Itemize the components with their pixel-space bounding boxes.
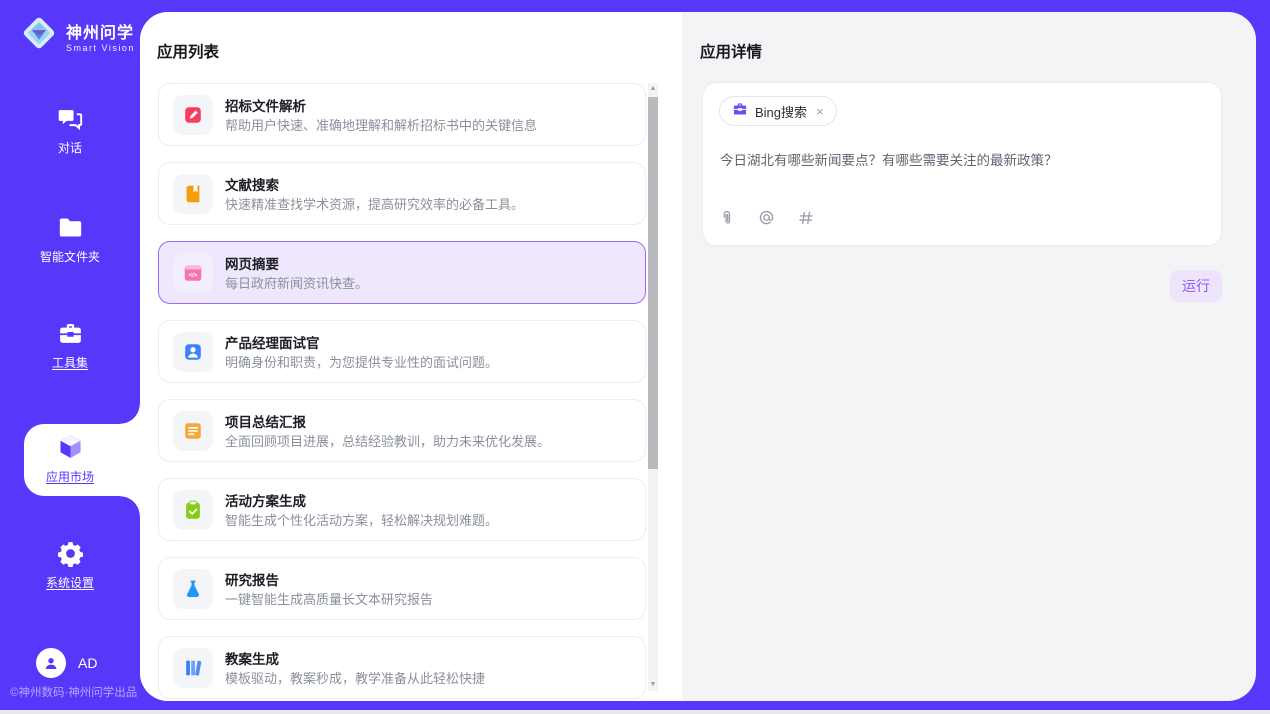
clipboard-check-icon	[173, 490, 213, 530]
folder-icon	[0, 214, 140, 241]
app-list-item[interactable]: </> 网页摘要 每日政府新闻资讯快查。	[158, 241, 646, 304]
hash-icon[interactable]	[797, 209, 815, 232]
query-input[interactable]: 今日湖北有哪些新闻要点？有哪些需要关注的最新政策？	[720, 149, 1200, 169]
interviewer-icon	[173, 332, 213, 372]
app-window: 神州问学 Smart Vision 对话 智能文件夹	[0, 0, 1270, 714]
copyright-text: ©神州数码·神州问学出品	[10, 684, 140, 700]
scrollbar-down-arrow[interactable]: ▼	[648, 679, 658, 691]
browser-code-icon: </>	[173, 253, 213, 293]
active-tab-fillet-top	[120, 404, 140, 424]
main-content: 应用列表 招标文件解析 帮助用户快速、准确地理解和解析招标书中的关键信息 文献搜…	[140, 12, 1256, 701]
user-name: AD	[78, 655, 97, 671]
books-icon	[173, 648, 213, 688]
app-item-title: 研究报告	[225, 569, 279, 589]
gear-icon	[0, 540, 140, 567]
app-item-desc: 快速精准查找学术资源，提高研究效率的必备工具。	[225, 194, 524, 213]
cube-icon	[0, 432, 140, 461]
scrollbar-up-arrow[interactable]: ▲	[648, 83, 658, 95]
app-item-desc: 帮助用户快速、准确地理解和解析招标书中的关键信息	[225, 115, 537, 134]
prompt-card: Bing搜索 × 今日湖北有哪些新闻要点？有哪些需要关注的最新政策？	[702, 82, 1222, 246]
run-button[interactable]: 运行	[1170, 270, 1222, 302]
sidebar-item-label: 智能文件夹	[0, 248, 140, 265]
sidebar-item-label: 对话	[0, 139, 140, 156]
sidebar-item-chat[interactable]: 对话	[0, 105, 140, 156]
app-item-desc: 全面回顾项目进展，总结经验教训，助力未来优化发展。	[225, 431, 550, 450]
user-avatar-icon	[36, 648, 66, 678]
app-list-item[interactable]: 招标文件解析 帮助用户快速、准确地理解和解析招标书中的关键信息	[158, 83, 646, 146]
app-list-panel: 应用列表 招标文件解析 帮助用户快速、准确地理解和解析招标书中的关键信息 文献搜…	[140, 12, 682, 701]
app-list-item[interactable]: 文献搜索 快速精准查找学术资源，提高研究效率的必备工具。	[158, 162, 646, 225]
brand-name: 神州问学	[66, 19, 135, 43]
brand-subtitle: Smart Vision	[66, 43, 135, 53]
app-item-title: 教案生成	[225, 648, 279, 668]
app-list-item[interactable]: 活动方案生成 智能生成个性化活动方案，轻松解决规划难题。	[158, 478, 646, 541]
app-item-title: 产品经理面试官	[225, 332, 320, 352]
app-list-scrollbar[interactable]: ▲ ▼	[648, 83, 658, 691]
app-detail-panel: 应用详情 Bing搜索 × 今日湖北有哪些新闻要点？有哪些需要关注的最新政策？	[682, 12, 1256, 701]
app-item-desc: 每日政府新闻资讯快查。	[225, 273, 368, 292]
attachment-toolbar	[718, 208, 815, 232]
app-list-title: 应用列表	[157, 40, 219, 62]
flask-icon	[173, 569, 213, 609]
sidebar-item-app-market[interactable]: 应用市场	[0, 432, 140, 485]
app-detail-title: 应用详情	[700, 40, 762, 62]
window-bottom-edge	[0, 710, 1270, 714]
app-item-title: 文献搜索	[225, 174, 279, 194]
chat-icon	[0, 105, 140, 132]
app-list-item[interactable]: 项目总结汇报 全面回顾项目进展，总结经验教训，助力未来优化发展。	[158, 399, 646, 462]
note-icon	[173, 411, 213, 451]
diamond-logo-icon	[20, 14, 58, 57]
scrollbar-thumb[interactable]	[648, 97, 658, 469]
app-item-title: 项目总结汇报	[225, 411, 306, 431]
app-list-item[interactable]: 产品经理面试官 明确身份和职责，为您提供专业性的面试问题。	[158, 320, 646, 383]
app-item-title: 活动方案生成	[225, 490, 306, 510]
at-icon[interactable]	[757, 208, 776, 232]
toolbox-icon	[0, 320, 140, 347]
svg-text:</>: </>	[189, 273, 198, 279]
app-item-title: 招标文件解析	[225, 95, 306, 115]
sidebar-item-settings[interactable]: 系统设置	[0, 540, 140, 591]
app-list-item[interactable]: 研究报告 一键智能生成高质量长文本研究报告	[158, 557, 646, 620]
paperclip-icon[interactable]	[718, 209, 736, 232]
sidebar-item-toolset[interactable]: 工具集	[0, 320, 140, 371]
chip-close-icon[interactable]: ×	[814, 104, 826, 119]
active-tab-fillet-bottom	[120, 496, 140, 516]
app-item-desc: 智能生成个性化活动方案，轻松解决规划难题。	[225, 510, 498, 529]
sidebar-item-label: 系统设置	[0, 574, 140, 591]
briefcase-icon	[732, 101, 748, 122]
sidebar: 神州问学 Smart Vision 对话 智能文件夹	[0, 0, 140, 714]
app-list-item[interactable]: 教案生成 模板驱动，教案秒成，教学准备从此轻松快捷	[158, 636, 646, 699]
brand-logo: 神州问学 Smart Vision	[20, 14, 135, 57]
sidebar-item-label: 应用市场	[0, 468, 140, 485]
app-item-desc: 明确身份和职责，为您提供专业性的面试问题。	[225, 352, 498, 371]
doc-edit-icon	[173, 95, 213, 135]
sidebar-item-label: 工具集	[0, 354, 140, 371]
app-list: 招标文件解析 帮助用户快速、准确地理解和解析招标书中的关键信息 文献搜索 快速精…	[158, 83, 646, 701]
tool-chip-bing-search[interactable]: Bing搜索 ×	[719, 96, 837, 126]
sidebar-item-smart-folder[interactable]: 智能文件夹	[0, 214, 140, 265]
user-account[interactable]: AD	[36, 648, 97, 678]
app-item-desc: 模板驱动，教案秒成，教学准备从此轻松快捷	[225, 668, 485, 687]
app-item-title: 网页摘要	[225, 253, 279, 273]
app-item-desc: 一键智能生成高质量长文本研究报告	[225, 589, 433, 608]
tool-chip-label: Bing搜索	[755, 102, 807, 121]
book-icon	[173, 174, 213, 214]
